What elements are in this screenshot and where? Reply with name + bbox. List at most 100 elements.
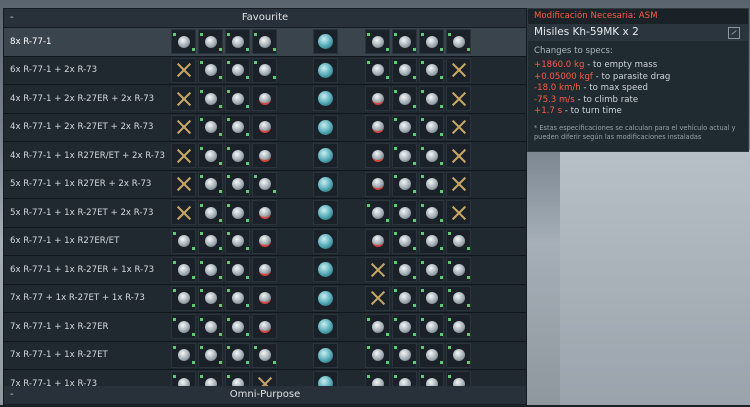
preset-row[interactable]: 5x R-77-1 + 1x R-27ET + 2x R-73 [4, 199, 526, 228]
hardpoint-slot[interactable] [252, 314, 277, 340]
hardpoint-slot[interactable] [313, 114, 338, 140]
hardpoint-slot[interactable] [392, 143, 417, 169]
hardpoint-slot[interactable] [225, 342, 250, 368]
preset-row[interactable]: 7x R-77-1 + 1x R-27ET [4, 342, 526, 370]
hardpoint-slot[interactable] [171, 342, 196, 368]
hardpoint-slot[interactable] [392, 114, 417, 140]
collapse-icon[interactable]: - [10, 9, 14, 27]
hardpoint-slot[interactable] [171, 171, 196, 197]
hardpoint-slot[interactable] [171, 285, 196, 311]
hardpoint-slot[interactable] [313, 314, 338, 340]
hardpoint-slot[interactable] [419, 57, 444, 83]
hardpoint-slot[interactable] [252, 342, 277, 368]
hardpoint-slot[interactable] [446, 114, 471, 140]
hardpoint-slot[interactable] [252, 29, 277, 55]
hardpoint-slot[interactable] [419, 29, 444, 55]
hardpoint-slot[interactable] [198, 257, 223, 283]
hardpoint-slot[interactable] [225, 257, 250, 283]
preset-row[interactable]: 7x R-77 + 1x R-27ET + 1x R-73 [4, 285, 526, 313]
hardpoint-slot[interactable] [225, 114, 250, 140]
hardpoint-slot[interactable] [365, 114, 390, 140]
hardpoint-slot[interactable] [198, 57, 223, 83]
preset-row[interactable]: 7x R-77-1 + 1x R-27ER [4, 313, 526, 342]
collapse-icon[interactable]: - [10, 386, 14, 404]
hardpoint-slot[interactable] [419, 143, 444, 169]
select-target-icon[interactable] [728, 27, 740, 39]
hardpoint-slot[interactable] [446, 171, 471, 197]
hardpoint-slot[interactable] [446, 257, 471, 283]
hardpoint-slot[interactable] [252, 285, 277, 311]
hardpoint-slot[interactable] [252, 171, 277, 197]
hardpoint-slot[interactable] [171, 86, 196, 112]
hardpoint-slot[interactable] [365, 342, 390, 368]
hardpoint-slot[interactable] [171, 29, 196, 55]
hardpoint-slot[interactable] [313, 257, 338, 283]
hardpoint-slot[interactable] [392, 86, 417, 112]
hardpoint-slot[interactable] [392, 342, 417, 368]
hardpoint-slot[interactable] [225, 29, 250, 55]
hardpoint-slot[interactable] [365, 314, 390, 340]
hardpoint-slot[interactable] [313, 29, 338, 55]
hardpoint-slot[interactable] [171, 314, 196, 340]
hardpoint-slot[interactable] [198, 200, 223, 226]
hardpoint-slot[interactable] [419, 342, 444, 368]
hardpoint-slot[interactable] [365, 257, 390, 283]
hardpoint-slot[interactable] [365, 86, 390, 112]
hardpoint-slot[interactable] [313, 285, 338, 311]
preset-row[interactable]: 6x R-77-1 + 1x R-27ER + 1x R-73 [4, 256, 526, 285]
section-favourite[interactable]: - Favourite [4, 9, 526, 28]
hardpoint-slot[interactable] [313, 342, 338, 368]
hardpoint-slot[interactable] [365, 171, 390, 197]
preset-row[interactable]: 8x R-77-1 [4, 28, 526, 57]
hardpoint-slot[interactable] [446, 285, 471, 311]
hardpoint-slot[interactable] [419, 114, 444, 140]
hardpoint-slot[interactable] [365, 57, 390, 83]
hardpoint-slot[interactable] [392, 314, 417, 340]
hardpoint-slot[interactable] [419, 86, 444, 112]
hardpoint-slot[interactable] [225, 285, 250, 311]
hardpoint-slot[interactable] [392, 57, 417, 83]
hardpoint-slot[interactable] [446, 143, 471, 169]
hardpoint-slot[interactable] [446, 29, 471, 55]
hardpoint-slot[interactable] [225, 143, 250, 169]
hardpoint-slot[interactable] [392, 29, 417, 55]
hardpoint-slot[interactable] [419, 314, 444, 340]
hardpoint-slot[interactable] [365, 228, 390, 254]
hardpoint-slot[interactable] [171, 200, 196, 226]
hardpoint-slot[interactable] [392, 200, 417, 226]
hardpoint-slot[interactable] [446, 228, 471, 254]
hardpoint-slot[interactable] [252, 228, 277, 254]
preset-row[interactable]: 5x R-77-1 + 1x R27ER + 2x R-73 [4, 171, 526, 199]
hardpoint-slot[interactable] [313, 143, 338, 169]
hardpoint-slot[interactable] [446, 200, 471, 226]
preset-row[interactable]: 6x R-77-1 + 1x R27ER/ET [4, 228, 526, 256]
hardpoint-slot[interactable] [392, 228, 417, 254]
preset-row[interactable]: 4x R-77-1 + 2x R-27ET + 2x R-73 [4, 114, 526, 142]
hardpoint-slot[interactable] [392, 285, 417, 311]
hardpoint-slot[interactable] [171, 143, 196, 169]
hardpoint-slot[interactable] [392, 257, 417, 283]
hardpoint-slot[interactable] [252, 114, 277, 140]
hardpoint-slot[interactable] [252, 200, 277, 226]
hardpoint-slot[interactable] [198, 342, 223, 368]
hardpoint-slot[interactable] [365, 285, 390, 311]
hardpoint-slot[interactable] [171, 57, 196, 83]
hardpoint-slot[interactable] [392, 171, 417, 197]
hardpoint-slot[interactable] [419, 257, 444, 283]
hardpoint-slot[interactable] [365, 143, 390, 169]
hardpoint-slot[interactable] [198, 114, 223, 140]
hardpoint-slot[interactable] [171, 114, 196, 140]
hardpoint-slot[interactable] [313, 200, 338, 226]
hardpoint-slot[interactable] [171, 257, 196, 283]
hardpoint-slot[interactable] [446, 314, 471, 340]
section-omni-purpose[interactable]: - Omni-Purpose [4, 386, 526, 405]
hardpoint-slot[interactable] [198, 314, 223, 340]
hardpoint-slot[interactable] [225, 86, 250, 112]
hardpoint-slot[interactable] [225, 228, 250, 254]
hardpoint-slot[interactable] [225, 57, 250, 83]
hardpoint-slot[interactable] [313, 228, 338, 254]
hardpoint-slot[interactable] [313, 57, 338, 83]
hardpoint-slot[interactable] [198, 285, 223, 311]
hardpoint-slot[interactable] [225, 171, 250, 197]
hardpoint-slot[interactable] [225, 200, 250, 226]
